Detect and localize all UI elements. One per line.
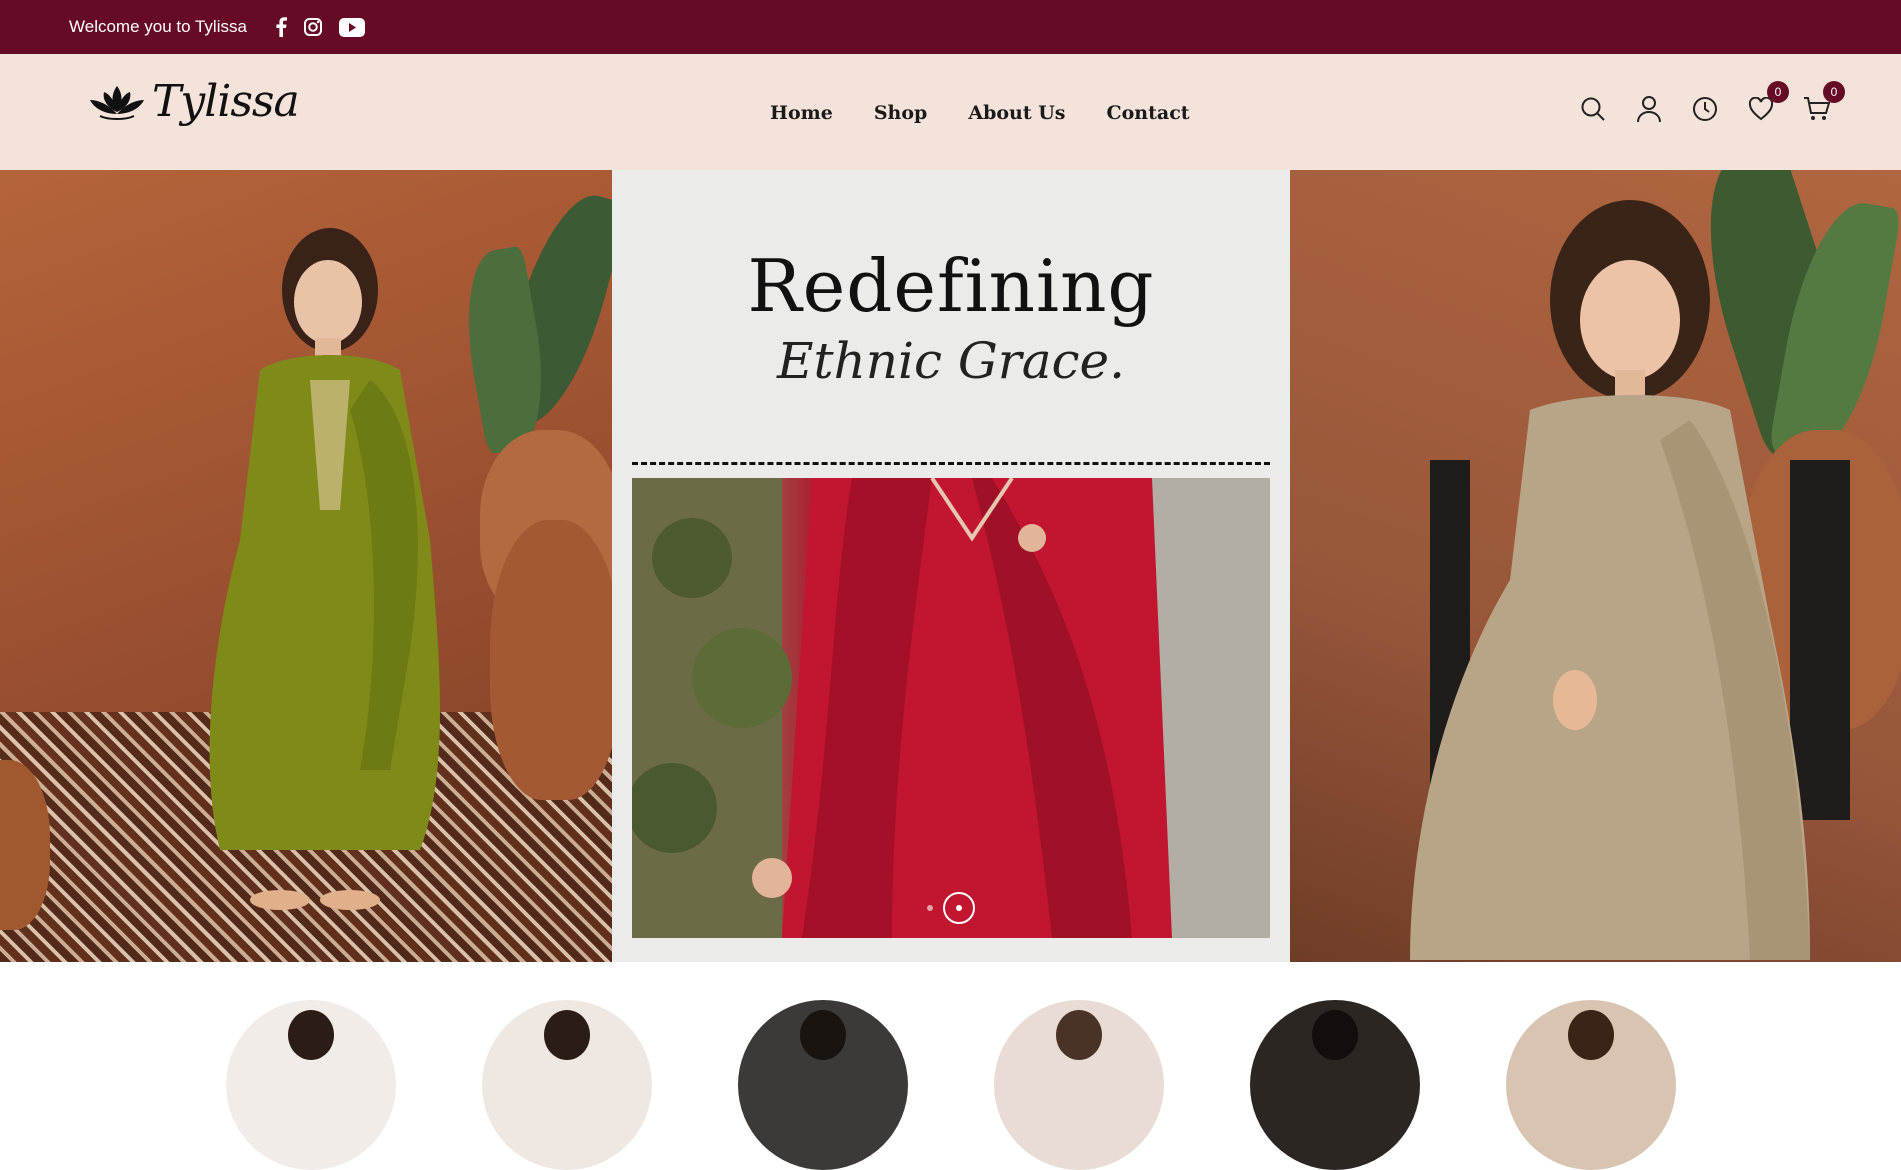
hero-center-photo <box>632 478 1270 938</box>
hero-right-image <box>1290 170 1901 962</box>
logo[interactable]: Tylissa <box>86 76 300 127</box>
category-circle[interactable] <box>226 1000 396 1170</box>
hero-left-image <box>0 170 612 962</box>
category-circle[interactable] <box>482 1000 652 1170</box>
category-circle[interactable] <box>994 1000 1164 1170</box>
carousel-dots <box>632 892 1270 924</box>
wishlist-count-badge: 0 <box>1767 81 1789 103</box>
recently-viewed-clock-icon[interactable] <box>1691 94 1719 124</box>
hero-subline: Ethnic Grace. <box>776 332 1126 390</box>
nav-contact[interactable]: Contact <box>1107 102 1190 124</box>
nav-about-us[interactable]: About Us <box>968 102 1065 124</box>
hero-headline: Redefining <box>747 244 1155 328</box>
nav-home[interactable]: Home <box>770 102 833 124</box>
dashed-divider <box>632 462 1270 465</box>
carousel-dot[interactable] <box>927 905 933 911</box>
model-beige-outfit <box>1410 200 1850 960</box>
header-actions: 0 0 <box>1579 81 1845 124</box>
social-links <box>275 17 381 37</box>
site-header: Tylissa Home Shop About Us Contact 0 0 <box>0 54 1901 170</box>
hero-banner[interactable]: Redefining Ethnic Grace. <box>0 170 1901 962</box>
search-icon[interactable] <box>1579 94 1607 124</box>
model-green-outfit <box>209 228 440 910</box>
cart-count-badge: 0 <box>1823 81 1845 103</box>
nav-shop[interactable]: Shop <box>874 102 928 124</box>
carousel-dot-active[interactable] <box>943 892 975 924</box>
instagram-icon[interactable] <box>303 17 323 37</box>
top-bar: Welcome you to Tylissa <box>0 0 1901 54</box>
model-red-outfit <box>632 478 1270 938</box>
main-nav: Home Shop About Us Contact <box>770 102 1190 124</box>
hero-center-banner: Redefining Ethnic Grace. <box>612 170 1290 962</box>
category-circle[interactable] <box>738 1000 908 1170</box>
category-row <box>0 962 1901 1170</box>
logo-text: Tylissa <box>152 76 300 127</box>
account-icon[interactable] <box>1635 94 1663 124</box>
wishlist-heart-icon[interactable]: 0 <box>1747 81 1789 124</box>
welcome-text: Welcome you to Tylissa <box>69 17 247 36</box>
cart-icon[interactable]: 0 <box>1803 81 1845 124</box>
youtube-icon[interactable] <box>338 17 365 37</box>
category-circle[interactable] <box>1250 1000 1420 1170</box>
lotus-logo-icon <box>90 85 144 120</box>
facebook-icon[interactable] <box>275 17 287 37</box>
category-circle[interactable] <box>1506 1000 1676 1170</box>
